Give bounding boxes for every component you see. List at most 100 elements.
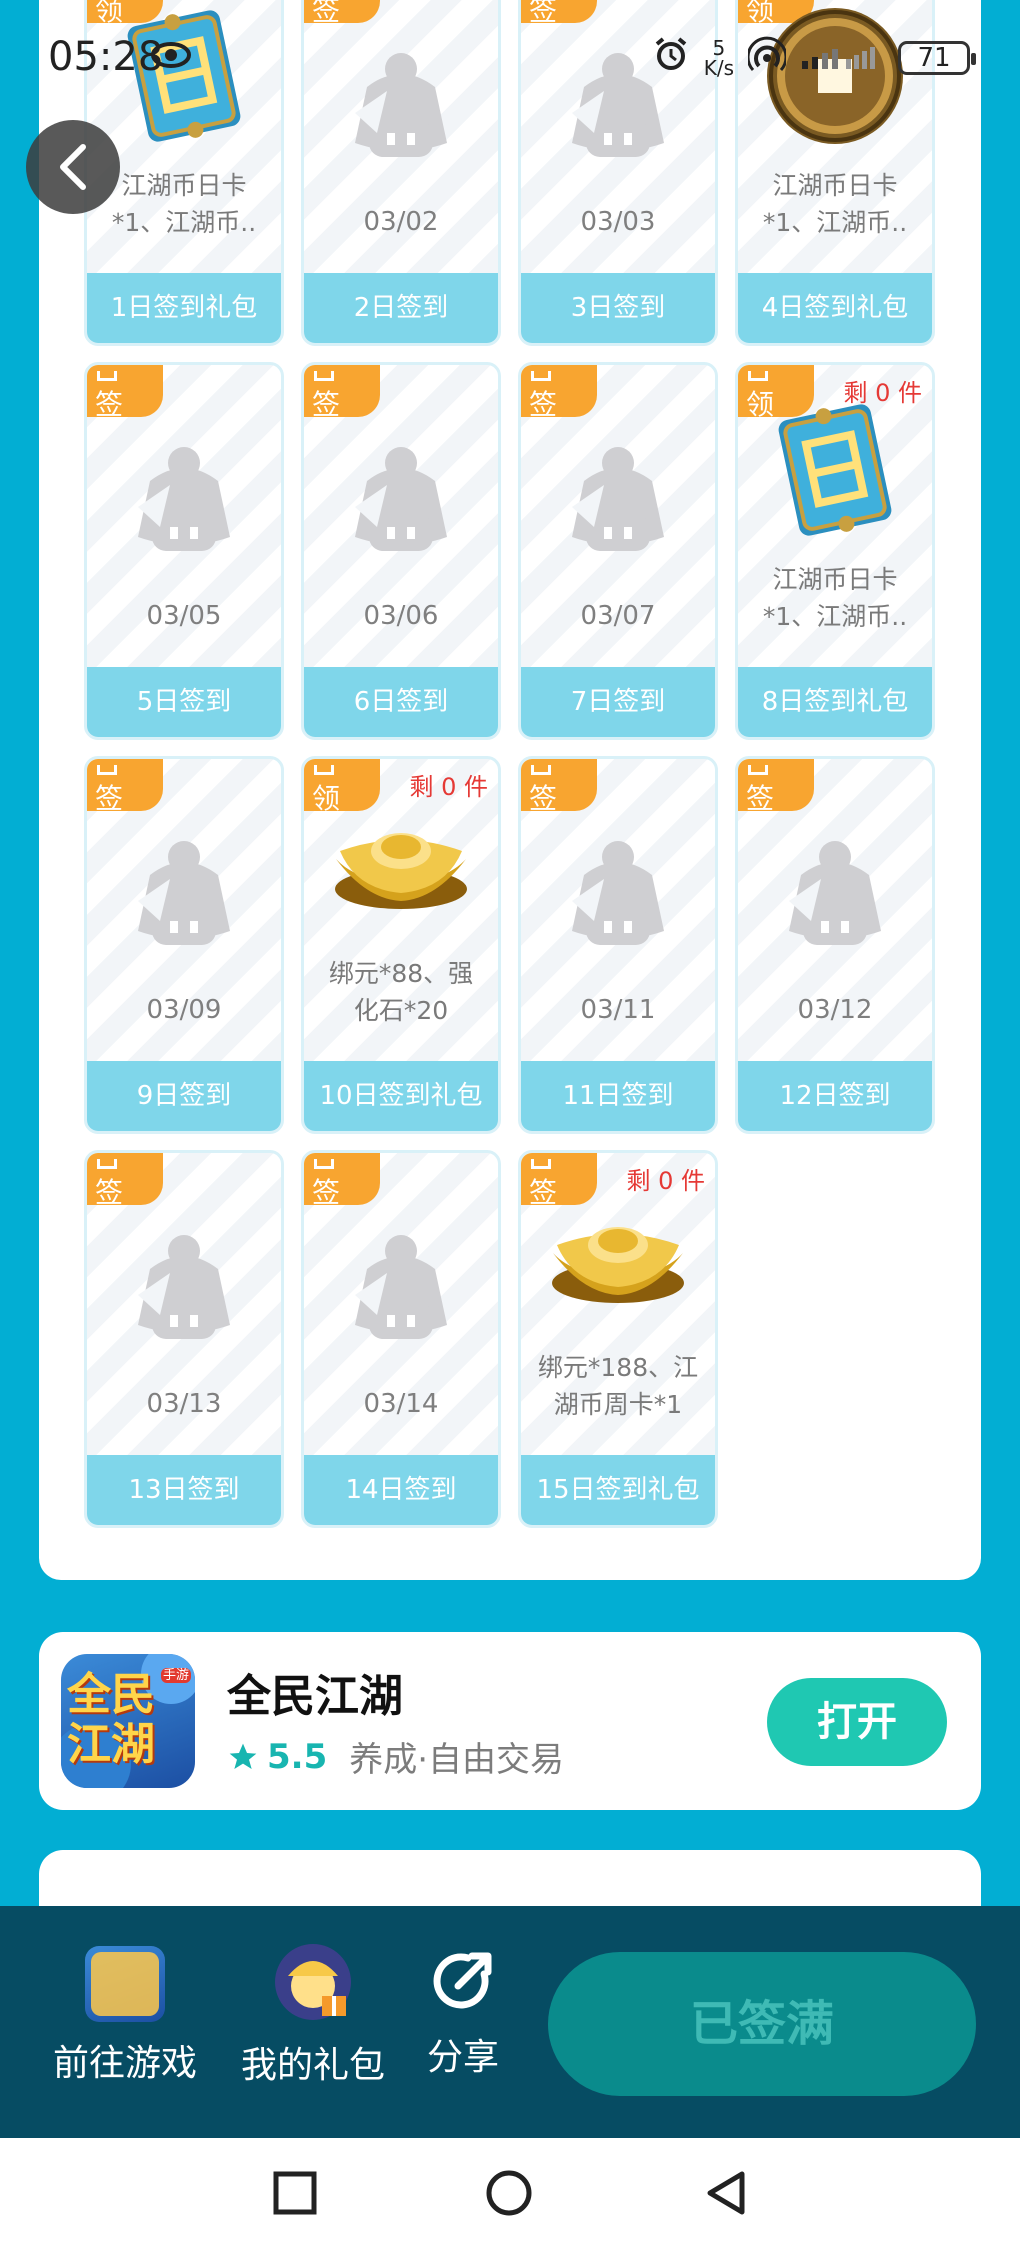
game-rating: 5.5 养成·自由交易 <box>227 1732 564 1781</box>
day-label: 9日签到 <box>87 1061 281 1131</box>
day-badge-label: 签 <box>312 388 341 418</box>
day-badge-label: 签 <box>529 388 558 418</box>
star-icon <box>229 1743 257 1769</box>
day-date: 03/07 <box>580 601 656 631</box>
day-label: 7日签到 <box>521 667 715 737</box>
day-label: 13日签到 <box>87 1455 281 1525</box>
day-card-item-icon <box>109 1 259 151</box>
day-date: 03/13 <box>146 1389 222 1419</box>
day-card[interactable]: 领江湖币日卡*1、江湖币.. 4日签到礼包 <box>735 0 935 346</box>
share-label: 分享 <box>426 2037 499 2078</box>
sign-in-calendar: 领江湖币日卡*1、江湖币.. 1日签到礼包签 03/02 2日签到签 03/03 3日签到… <box>39 0 981 1580</box>
placeholder-avatar-icon <box>572 841 664 945</box>
system-back-button[interactable] <box>702 2168 752 2218</box>
signed-full-button[interactable]: 已签满 <box>548 1952 976 2096</box>
day-label: 6日签到 <box>304 667 498 737</box>
day-card[interactable]: 领剩 0 件绑元*88、强化石*20 10日签到礼包 <box>301 756 501 1134</box>
placeholder-avatar <box>781 839 889 959</box>
my-gifts-label: 我的礼包 <box>240 2045 385 2086</box>
day-label: 8日签到礼包 <box>738 667 932 737</box>
gift-avatar-icon <box>272 1942 354 2024</box>
open-game-button[interactable]: 打开 <box>767 1678 947 1766</box>
placeholder-avatar-icon <box>355 447 447 551</box>
day-card[interactable]: 签剩 0 件绑元*188、江湖币周卡*1 15日签到礼包 <box>518 1150 718 1528</box>
placeholder-avatar <box>347 51 455 171</box>
day-badge: 签 <box>304 0 380 23</box>
day-date: 03/12 <box>797 995 873 1025</box>
coin-icon <box>760 1 910 151</box>
day-label: 11日签到 <box>521 1061 715 1131</box>
bottom-action-bar: 前往游戏 我的礼包 分享 已签满 <box>0 1906 1020 2138</box>
triangle-back-icon <box>707 2171 745 2215</box>
day-label: 12日签到 <box>738 1061 932 1131</box>
gold-ingot-icon <box>326 789 476 939</box>
day-badge: 签 <box>87 365 163 417</box>
day-badge-label: 签 <box>95 1176 124 1206</box>
placeholder-avatar <box>564 839 672 959</box>
day-card[interactable]: 签 03/05 5日签到 <box>84 362 284 740</box>
day-card[interactable]: 签 03/13 13日签到 <box>84 1150 284 1528</box>
day-badge: 签 <box>87 759 163 811</box>
day-date: 03/06 <box>363 601 439 631</box>
day-badge: 签 <box>521 365 597 417</box>
day-label: 1日签到礼包 <box>87 273 281 343</box>
day-badge-label: 签 <box>95 388 124 418</box>
day-label: 2日签到 <box>304 273 498 343</box>
day-label: 3日签到 <box>521 273 715 343</box>
day-label: 4日签到礼包 <box>738 273 932 343</box>
goto-game-button[interactable]: 前往游戏 <box>44 1946 206 2086</box>
system-nav-bar <box>0 2138 1020 2250</box>
placeholder-avatar-icon <box>138 447 230 551</box>
day-badge-label: 签 <box>529 782 558 812</box>
placeholder-avatar <box>347 445 455 565</box>
home-button[interactable] <box>484 2168 534 2218</box>
day-card[interactable]: 签 03/06 6日签到 <box>301 362 501 740</box>
day-date: 03/09 <box>146 995 222 1025</box>
placeholder-avatar <box>130 445 238 565</box>
share-button[interactable]: 分享 <box>418 1946 508 2080</box>
placeholder-avatar-icon <box>572 53 664 157</box>
day-badge-label: 签 <box>312 0 341 23</box>
reward-text: 绑元*188、江湖币周卡*1 <box>537 1353 699 1419</box>
day-date: 03/11 <box>580 995 656 1025</box>
day-date: 03/03 <box>580 207 656 237</box>
reward-text: 江湖币日卡*1、江湖币.. <box>762 171 908 237</box>
goto-game-label: 前往游戏 <box>52 2043 197 2084</box>
day-card[interactable]: 签 03/11 11日签到 <box>518 756 718 1134</box>
recent-apps-button[interactable] <box>270 2168 320 2218</box>
day-card[interactable]: 签 03/03 3日签到 <box>518 0 718 346</box>
day-badge-label: 签 <box>529 0 558 23</box>
day-label: 5日签到 <box>87 667 281 737</box>
day-card[interactable]: 签 03/09 9日签到 <box>84 756 284 1134</box>
day-badge: 签 <box>521 759 597 811</box>
day-card[interactable]: 签 03/12 12日签到 <box>735 756 935 1134</box>
day-label: 15日签到礼包 <box>521 1455 715 1525</box>
chevron-left-icon <box>60 144 86 190</box>
day-card[interactable]: 签 03/02 2日签到 <box>301 0 501 346</box>
day-badge: 签 <box>304 1153 380 1205</box>
placeholder-avatar-icon <box>355 1235 447 1339</box>
placeholder-avatar <box>130 1233 238 1353</box>
placeholder-avatar-icon <box>789 841 881 945</box>
game-icon-text: 全民江湖 <box>67 1669 155 1770</box>
day-date: 03/14 <box>363 1389 439 1419</box>
placeholder-avatar-icon <box>138 1235 230 1339</box>
my-gifts-button[interactable]: 我的礼包 <box>232 1944 394 2088</box>
game-card: 全民江湖 手游 全民江湖 5.5 养成·自由交易 打开 <box>39 1632 981 1810</box>
day-badge: 签 <box>87 1153 163 1205</box>
circle-icon <box>486 2170 532 2216</box>
day-card[interactable]: 签 03/14 14日签到 <box>301 1150 501 1528</box>
reward-text: 江湖币日卡*1、江湖币.. <box>111 171 257 237</box>
game-icon[interactable]: 全民江湖 手游 <box>61 1654 195 1788</box>
reward-text: 江湖币日卡*1、江湖币.. <box>762 565 908 631</box>
day-card-item-icon <box>760 395 910 545</box>
gold-ingot-icon <box>543 1183 693 1333</box>
game-icon-badge: 手游 <box>161 1668 191 1683</box>
placeholder-avatar <box>347 1233 455 1353</box>
day-card[interactable]: 签 03/07 7日签到 <box>518 362 718 740</box>
day-badge: 签 <box>521 0 597 23</box>
back-button[interactable] <box>26 120 120 214</box>
day-card[interactable]: 领剩 0 件江湖币日卡*1、江湖币.. 8日签到礼包 <box>735 362 935 740</box>
game-logo-icon <box>85 1946 165 2022</box>
square-icon <box>273 2171 317 2215</box>
